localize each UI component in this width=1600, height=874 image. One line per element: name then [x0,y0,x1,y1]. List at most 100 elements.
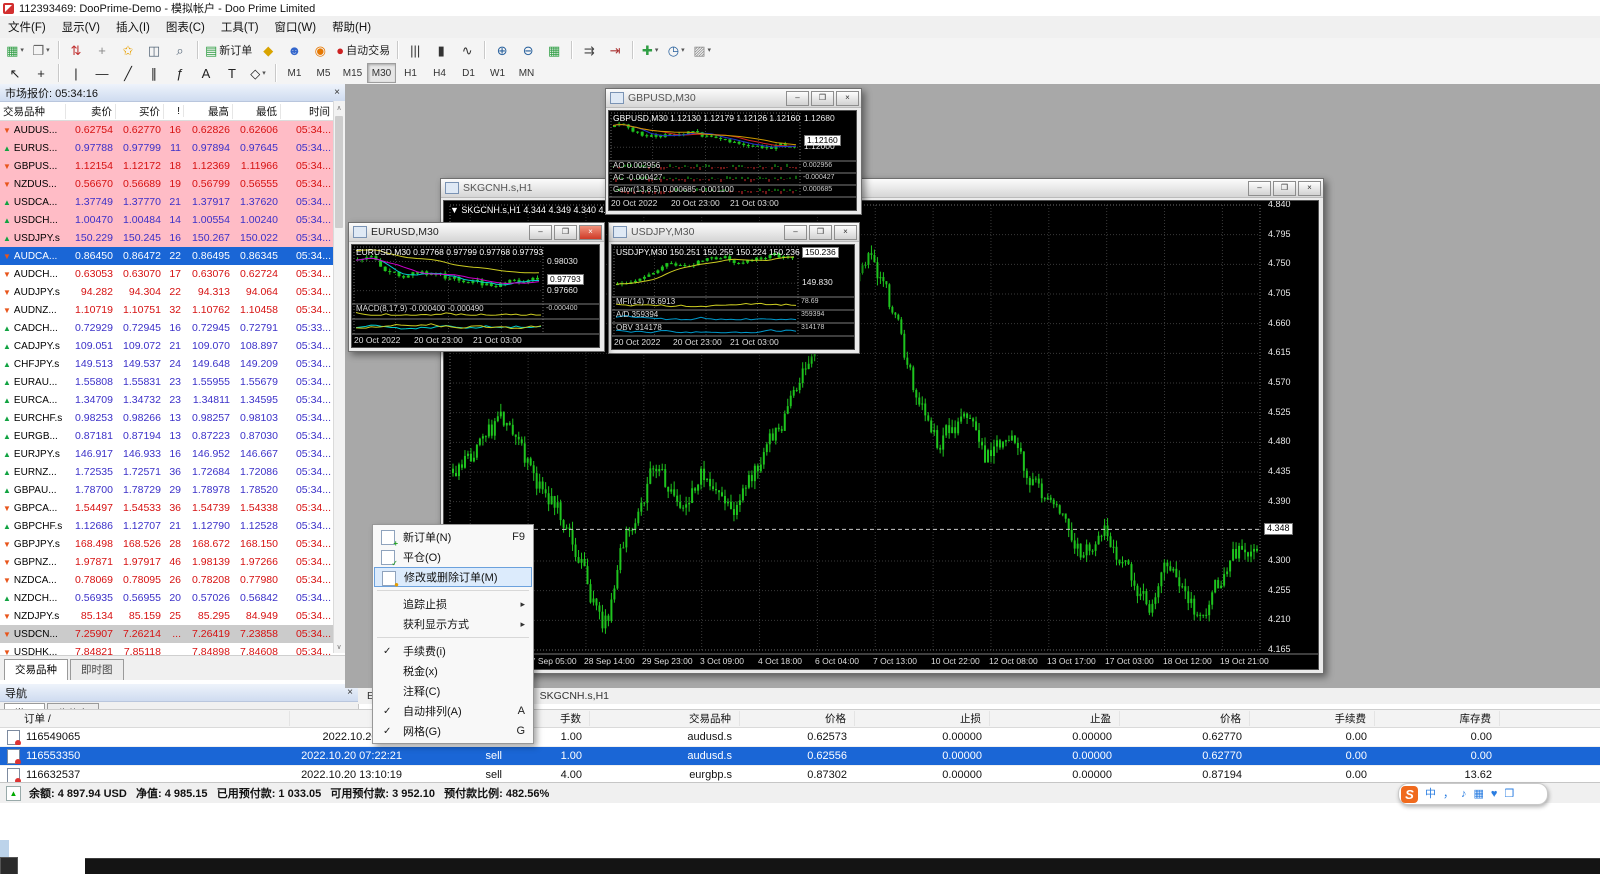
metaeditor-button[interactable]: ◆ [255,40,281,60]
terminal-col-0[interactable]: 订单 / [0,711,290,726]
symbol-row[interactable]: ▼USDCN...7.259077.26214...7.264197.23858… [0,625,345,643]
terminal-col-5[interactable]: 价格 [740,711,855,726]
ime-skin-icon[interactable]: ♥ [1491,789,1498,800]
terminal-col-8[interactable]: 价格 [1120,711,1250,726]
window-titlebar[interactable]: SKGCNH.s,H1–❒× [441,179,1323,198]
terminal-col-4[interactable]: 交易品种 [590,711,740,726]
menu-tools[interactable]: 工具(T) [213,15,267,39]
timeframe-mn[interactable]: MN [512,63,541,83]
bar-chart-button[interactable]: ||| [402,40,428,60]
ime-mic-icon[interactable]: ♪ [1461,789,1467,800]
context-menu-item-trailing-stop[interactable]: 追踪止损▸ [374,594,532,614]
timeframe-m30[interactable]: M30 [367,63,396,83]
symbol-row[interactable]: ▲EURGB...0.871810.87194130.872230.870300… [0,427,345,445]
window-titlebar[interactable]: EURUSD,M30–❒× [349,223,604,242]
symbol-row[interactable]: ▼GBPUS...1.121541.12172181.123691.119660… [0,157,345,175]
context-menu-item-commissions[interactable]: ✓手续费(i) [374,641,532,661]
symbol-row[interactable]: ▲USDCA...1.377491.37770211.379171.376200… [0,193,345,211]
mw-col-1[interactable]: 卖价 [66,104,116,119]
symbol-row[interactable]: ▼AUDCH...0.630530.63070170.630760.627240… [0,265,345,283]
terminal-button[interactable]: ◫ [141,40,167,60]
experts-button[interactable]: ☻ [281,40,307,60]
scroll-down-icon[interactable]: ∨ [334,640,344,653]
mw-col-6[interactable]: 时间 [281,104,334,119]
ime-punct-icon[interactable]: ， [1443,789,1454,800]
symbol-row[interactable]: ▲GBPAU...1.787001.78729291.789781.785200… [0,481,345,499]
navigator-button[interactable]: ✩ [115,40,141,60]
symbol-row[interactable]: ▼NZDJPY.s85.13485.1592585.29584.94905:34… [0,607,345,625]
symbol-row[interactable]: ▼AUDJPY.s94.28294.3042294.31394.06405:34… [0,283,345,301]
templates-button[interactable]: ▨▾ [689,40,715,60]
timeframe-m1[interactable]: M1 [280,63,309,83]
context-menu-item-modify-delete-order[interactable]: ●修改或删除订单(M) [374,567,532,587]
terminal-col-10[interactable]: 库存费 [1375,711,1500,726]
scrollbar[interactable]: ∧ ∨ [333,101,345,653]
context-menu-item-taxes[interactable]: 税金(x) [374,661,532,681]
terminal-col-6[interactable]: 止损 [855,711,990,726]
ime-logo[interactable]: S [1401,786,1418,803]
terminal-col-7[interactable]: 止盈 [990,711,1120,726]
symbol-row[interactable]: ▲EURJPY.s146.917146.93316146.952146.6670… [0,445,345,463]
order-row[interactable]: 1165490652022.10.20 07:11.00audusd.s0.62… [0,728,1600,747]
restore-button[interactable]: ❒ [809,225,832,240]
equidistant-channel-button[interactable]: ∥ [141,63,167,83]
timeframe-m15[interactable]: M15 [338,63,367,83]
terminal-col-9[interactable]: 手续费 [1250,711,1375,726]
profiles-button[interactable]: ❐▾ [28,40,54,60]
symbol-row[interactable]: ▲CADCH...0.729290.72945160.729450.727910… [0,319,345,337]
restore-button[interactable]: ❒ [811,91,834,106]
auto-scroll-button[interactable]: ⇉ [576,40,602,60]
cursor-button[interactable]: ↖ [2,63,28,83]
horizontal-line-button[interactable]: — [89,63,115,83]
timeframe-d1[interactable]: D1 [454,63,483,83]
menu-window[interactable]: 窗口(W) [267,15,325,39]
text-button[interactable]: A [193,63,219,83]
restore-button[interactable]: ❒ [554,225,577,240]
symbol-row[interactable]: ▼USDHK...7.848217.851187.848987.8460805:… [0,643,345,655]
close-icon[interactable]: × [347,687,353,698]
context-menu-item-grid[interactable]: ✓网格(G)G [374,721,532,741]
chart-canvas[interactable]: MFI(14) 78.691378.69A/D 359394359394OBV … [611,244,855,350]
timeframe-h1[interactable]: H1 [396,63,425,83]
window-titlebar[interactable]: GBPUSD,M30–❒× [606,89,861,108]
mw-col-5[interactable]: 最低 [233,104,281,119]
context-menu-item-profit-display[interactable]: 获利显示方式▸ [374,614,532,634]
market-watch-button[interactable]: ⇅ [63,40,89,60]
tab-symbols[interactable]: 交易品种 [4,659,68,680]
crosshair-button[interactable]: + [28,63,54,83]
close-button[interactable]: × [1298,181,1321,196]
menu-view[interactable]: 显示(V) [54,15,108,39]
minimize-button[interactable]: – [1248,181,1271,196]
close-button[interactable]: × [836,91,859,106]
close-icon[interactable]: × [334,87,340,98]
menu-help[interactable]: 帮助(H) [324,15,379,39]
mw-col-0[interactable]: 交易品种 [0,104,66,119]
symbol-row[interactable]: ▼NZDUS...0.566700.56689190.567990.565550… [0,175,345,193]
periods-button[interactable]: ◷▾ [663,40,689,60]
ime-lang-icon[interactable]: 中 [1425,789,1436,800]
fibonacci-button[interactable]: ƒ [167,63,193,83]
timeframe-w1[interactable]: W1 [483,63,512,83]
zoom-in-button[interactable]: ⊕ [489,40,515,60]
mw-col-2[interactable]: 买价 [116,104,164,119]
symbol-row[interactable]: ▲USDJPY.s150.229150.24516150.267150.0220… [0,229,345,247]
symbol-row[interactable]: ▲EURCHF.s0.982530.98266130.982570.981030… [0,409,345,427]
new-order-button[interactable]: ▤新订单 [202,40,255,60]
context-menu-item-comments[interactable]: 注释(C) [374,681,532,701]
new-chart-button[interactable]: ▦▾ [2,40,28,60]
close-button[interactable]: × [579,225,602,240]
trendline-button[interactable]: ╱ [115,63,141,83]
data-window-button[interactable]: + [89,40,115,60]
candlestick-chart-button[interactable]: ▮ [428,40,454,60]
symbol-row[interactable]: ▼AUDUS...0.627540.62770160.628260.626060… [0,121,345,139]
mw-col-4[interactable]: 最高 [184,104,233,119]
symbol-row[interactable]: ▼GBPNZ...1.978711.97917461.981391.972660… [0,553,345,571]
symbol-row[interactable]: ▲CADJPY.s109.051109.07221109.070108.8970… [0,337,345,355]
symbol-row[interactable]: ▲EURCA...1.347091.34732231.348111.345950… [0,391,345,409]
arrows-button[interactable]: ◇▾ [245,63,271,83]
timeframe-h4[interactable]: H4 [425,63,454,83]
order-row[interactable]: 1165533502022.10.20 07:22:21sell1.00audu… [0,747,1600,766]
symbol-row[interactable]: ▲EURAU...1.558081.55831231.559551.556790… [0,373,345,391]
context-menu-item-new-order[interactable]: +新订单(N)F9 [374,527,532,547]
news-button[interactable]: ◉ [307,40,333,60]
